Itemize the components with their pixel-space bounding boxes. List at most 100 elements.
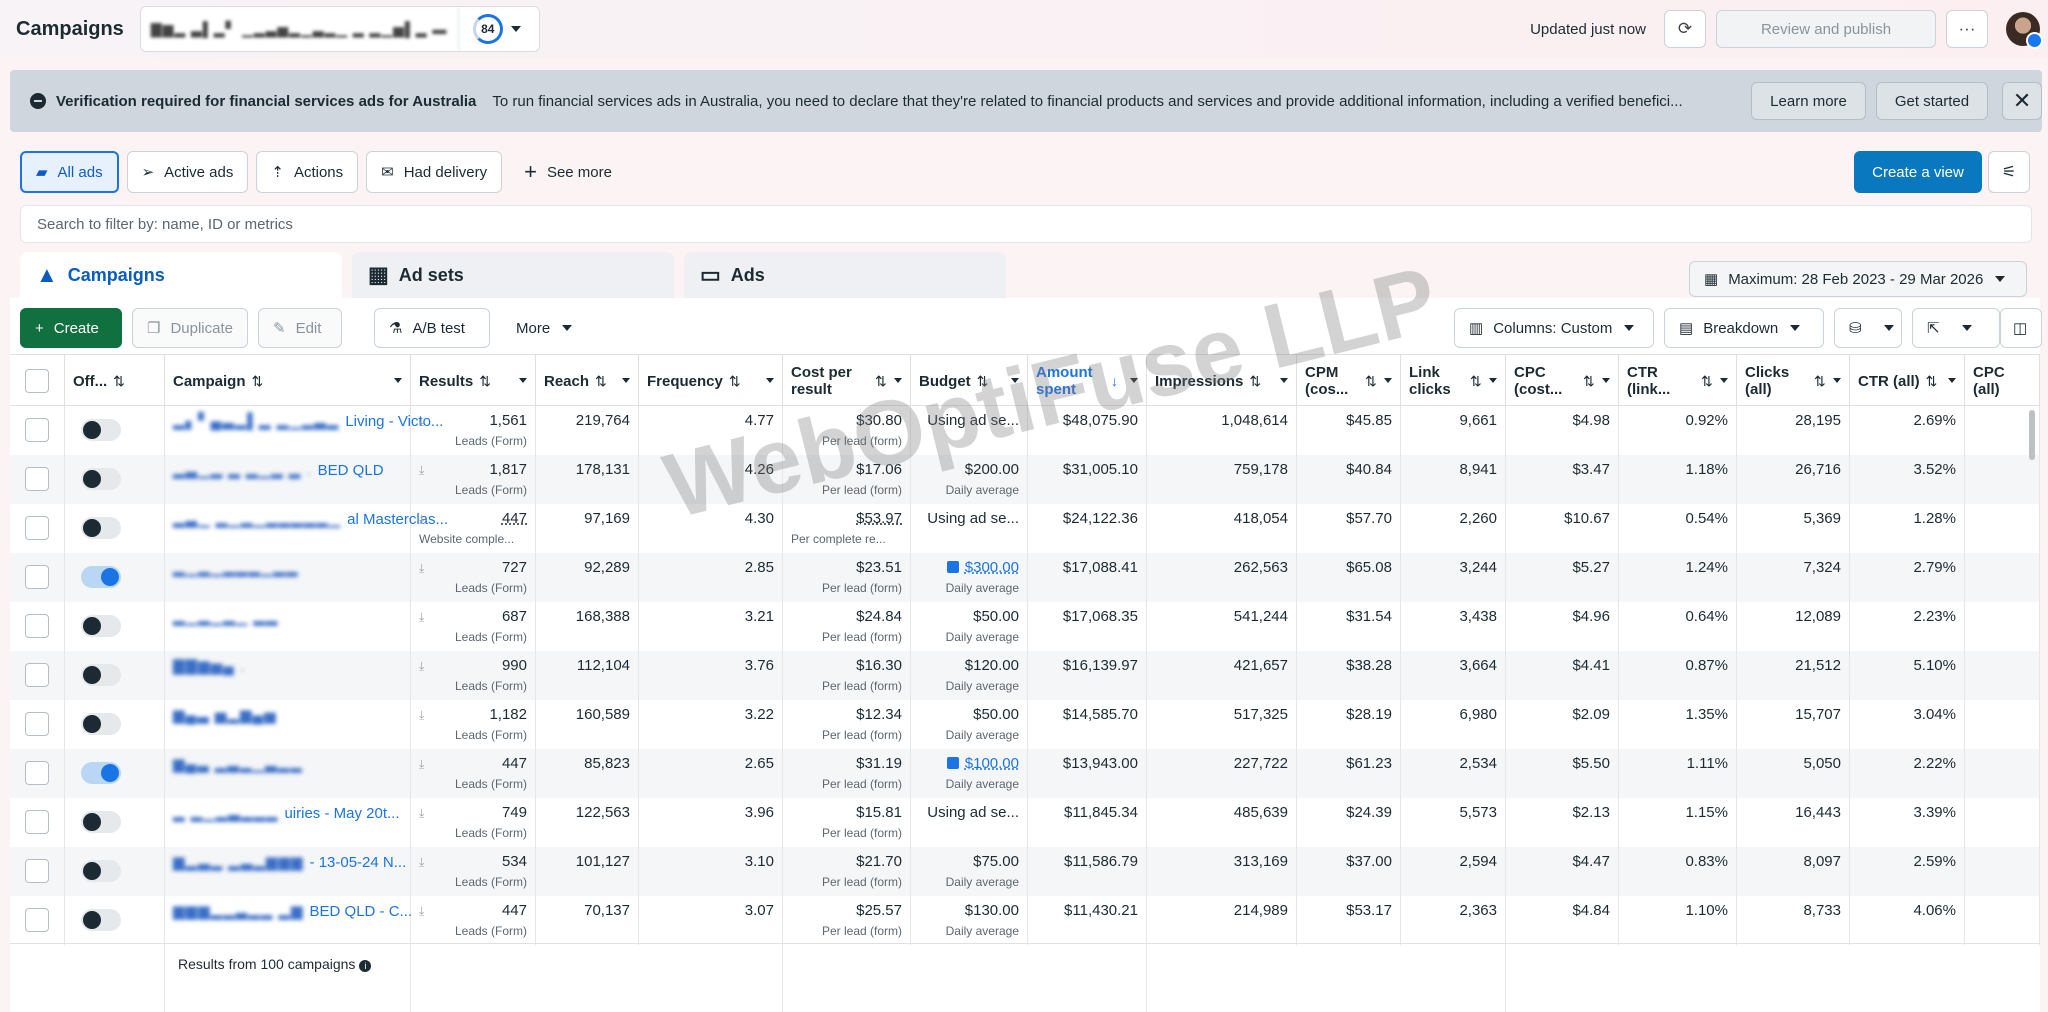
account-selector[interactable]: ▇▆▂ ▃▌▂▘ ▁▂▃▅▂▁▃▂▁ ▂ ▂▁▅▌▂ ▬ 84	[139, 6, 540, 52]
table-row[interactable]: ▂▖▘▄▃▂▌▂ ▂▁▂▃▂ Living - Victo... ⤓ 1,561 Lea…	[10, 406, 2040, 455]
column-header-select[interactable]	[10, 355, 65, 407]
tab-ad-sets[interactable]: ▦ Ad sets	[352, 252, 674, 298]
column-header-reach[interactable]: Reach ⇅	[536, 355, 639, 407]
campaign-toggle[interactable]	[81, 664, 121, 686]
campaign-toggle[interactable]	[81, 762, 121, 784]
avatar[interactable]	[2006, 12, 2043, 49]
reports-button[interactable]: ⛁	[1834, 308, 1902, 348]
column-header-frequency[interactable]: Frequency ⇅	[639, 355, 783, 407]
sort-icon[interactable]: ⇅	[1365, 373, 1377, 390]
campaign-toggle[interactable]	[81, 909, 121, 931]
column-header-offon[interactable]: Off... ⇅	[65, 355, 165, 407]
create-button[interactable]: + Create	[20, 308, 122, 348]
charts-button[interactable]: ◫	[2000, 308, 2042, 348]
table-row[interactable]: ▂▁▂▁▂▁ ▂▂ ⤓ 687 Leads (Form) 168,388 3.21 $24.…	[10, 602, 2040, 651]
column-header-amount[interactable]: Amount spent ↓	[1028, 355, 1147, 407]
create-view-button[interactable]: Create a view	[1854, 151, 1982, 193]
sort-icon[interactable]: ⇅	[1701, 373, 1713, 390]
row-checkbox[interactable]	[25, 859, 49, 883]
sort-icon[interactable]: ⇅	[1926, 373, 1938, 390]
row-checkbox[interactable]	[25, 565, 49, 589]
view-tab-active-ads[interactable]: ➢ Active ads	[126, 151, 249, 193]
ab-test-button[interactable]: ⚗ A/B test	[374, 308, 490, 348]
column-header-cpc[interactable]: CPC (cost... ⇅	[1506, 355, 1619, 407]
column-header-budget[interactable]: Budget ⇅	[911, 355, 1028, 407]
column-header-clicks-all[interactable]: Clicks (all) ⇅	[1737, 355, 1850, 407]
sort-icon[interactable]: ⇅	[729, 373, 741, 390]
view-tab-actions[interactable]: ⇡ Actions	[256, 151, 359, 193]
campaign-toggle[interactable]	[81, 860, 121, 882]
column-menu-chevron-icon[interactable]	[622, 378, 630, 383]
sort-icon[interactable]: ⇅	[252, 373, 264, 390]
column-menu-chevron-icon[interactable]	[1833, 378, 1841, 383]
budget-link[interactable]: $100.00	[946, 755, 1019, 772]
campaign-toggle[interactable]	[81, 811, 121, 833]
review-and-publish-button[interactable]: Review and publish	[1716, 10, 1936, 48]
column-header-cpr[interactable]: Cost per result ⇅	[783, 355, 911, 407]
row-checkbox[interactable]	[25, 761, 49, 785]
sort-icon[interactable]: ⇅	[595, 373, 607, 390]
campaign-toggle[interactable]	[81, 517, 121, 539]
column-menu-chevron-icon[interactable]	[1130, 378, 1138, 383]
column-menu-chevron-icon[interactable]	[1280, 378, 1288, 383]
column-menu-chevron-icon[interactable]	[519, 378, 527, 383]
table-row[interactable]: ▂▃▁ ▂▁▂▁▂▂▂▂▂▁ al Masterclas... ⤓ 447 Websit…	[10, 504, 2040, 553]
column-menu-chevron-icon[interactable]	[1384, 378, 1392, 383]
row-checkbox[interactable]	[25, 712, 49, 736]
column-header-ctr-link[interactable]: CTR (link... ⇅	[1619, 355, 1737, 407]
learn-more-button[interactable]: Learn more	[1751, 82, 1866, 120]
column-menu-chevron-icon[interactable]	[1011, 378, 1019, 383]
column-menu-chevron-icon[interactable]	[894, 378, 902, 383]
close-banner-button[interactable]: ✕	[2002, 82, 2042, 120]
export-button[interactable]: ⇱	[1912, 308, 2000, 348]
row-checkbox[interactable]	[25, 810, 49, 834]
sort-icon[interactable]: ⇅	[875, 373, 887, 390]
more-actions-button[interactable]: More	[502, 308, 592, 348]
campaign-name-link[interactable]: ▂▃▁▂ ▂ ▂▁▂ ▂ . BED QLD	[173, 461, 384, 479]
refresh-button[interactable]: ⟳	[1664, 10, 1706, 48]
select-all-checkbox[interactable]	[25, 369, 49, 393]
table-row[interactable]: ▇▇▆▅▄ . ⤓ 990 Leads (Form) 112,104 3.76 $16.30…	[10, 651, 2040, 700]
table-row[interactable]: ▂▁▂▁▂▂▂▁▂▂ ⤓ 727 Leads (Form) 92,289 2.85 $23.…	[10, 553, 2040, 602]
table-row[interactable]: ▆▄▃ ▅▂▆▄▅ ⤓ 1,182 Leads (Form) 160,589 3.22 $1…	[10, 700, 2040, 749]
see-more-button[interactable]: + See more	[524, 159, 612, 185]
column-header-cpm[interactable]: CPM (cos... ⇅	[1297, 355, 1401, 407]
column-menu-chevron-icon[interactable]	[394, 378, 402, 383]
sort-icon[interactable]: ⇅	[479, 373, 491, 390]
table-row[interactable]: ▆▄▃ ▂▃▂▁▃▂▂ ⤓ 447 Leads (Form) 85,823 2.65 $31…	[10, 749, 2040, 798]
row-checkbox[interactable]	[25, 908, 49, 932]
view-tab-all-ads[interactable]: ▰ All ads	[20, 151, 119, 193]
more-options-button[interactable]: ···	[1946, 10, 1988, 48]
sort-icon[interactable]: ⇅	[977, 373, 989, 390]
campaign-name-link[interactable]: ▇▇▆▅▄ .	[173, 657, 251, 675]
campaign-name-link[interactable]: ▆▆▆▂▂▃▂▂ ▂▆ BED QLD - C...	[173, 902, 412, 920]
campaign-name-link[interactable]: ▂▃▁ ▂▁▂▁▂▂▂▂▂▁ al Masterclas...	[173, 510, 448, 528]
tab-campaigns[interactable]: ▲ Campaigns	[20, 252, 342, 298]
sort-icon[interactable]: ↓	[1111, 373, 1118, 390]
sort-icon[interactable]: ⇅	[113, 373, 125, 390]
campaign-toggle[interactable]	[81, 615, 121, 637]
campaign-name-link[interactable]: ▂▁▂▁▂▂▂▁▂▂	[173, 559, 304, 577]
column-header-link-clicks[interactable]: Link clicks ⇅	[1401, 355, 1506, 407]
column-header-results[interactable]: Results ⇅	[411, 355, 536, 407]
view-settings-button[interactable]: ⚟	[1988, 151, 2030, 193]
column-menu-chevron-icon[interactable]	[1602, 378, 1610, 383]
row-checkbox[interactable]	[25, 614, 49, 638]
chevron-down-icon[interactable]	[510, 26, 521, 32]
columns-button[interactable]: ▥ Columns: Custom	[1454, 308, 1654, 348]
column-header-campaign[interactable]: Campaign ⇅	[165, 355, 411, 407]
breakdown-button[interactable]: ▤ Breakdown	[1664, 308, 1824, 348]
column-menu-chevron-icon[interactable]	[1489, 378, 1497, 383]
campaign-toggle[interactable]	[81, 713, 121, 735]
column-header-impressions[interactable]: Impressions ⇅	[1147, 355, 1297, 407]
sort-icon[interactable]: ⇅	[1470, 373, 1482, 390]
campaign-name-link[interactable]: ▂▁▂▁▂▁ ▂▂	[173, 608, 284, 626]
row-checkbox[interactable]	[25, 663, 49, 687]
row-checkbox[interactable]	[25, 418, 49, 442]
column-header-cpc-all[interactable]: CPC (all)	[1965, 355, 2040, 407]
column-header-ctr-all[interactable]: CTR (all) ⇅	[1850, 355, 1965, 407]
campaign-name-link[interactable]: ▆▄▃ ▂▃▂▁▃▂▂	[173, 755, 309, 773]
vertical-scrollbar[interactable]	[2029, 410, 2035, 460]
campaign-toggle[interactable]	[81, 419, 121, 441]
view-tab-had-delivery[interactable]: ✉ Had delivery	[366, 151, 503, 193]
